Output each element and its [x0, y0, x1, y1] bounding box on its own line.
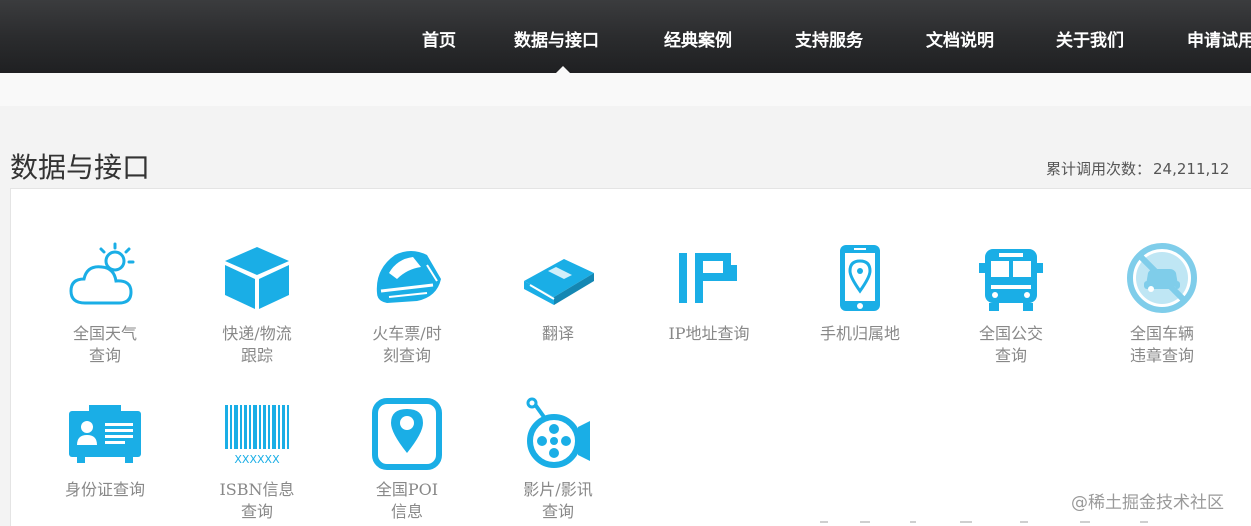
- active-nav-indicator: [555, 66, 571, 73]
- ip-icon: [679, 253, 737, 303]
- nav-item-home[interactable]: 首页: [422, 26, 456, 51]
- book-icon: [524, 259, 594, 305]
- id-card-icon: [69, 405, 141, 463]
- tile-label: 快递/物流 跟踪: [222, 324, 292, 365]
- barcode-text: XXXXXX: [234, 453, 280, 466]
- tile-phone-location[interactable]: 手机归属地: [790, 241, 930, 345]
- footer-decoration: [820, 521, 1148, 523]
- tile-weather[interactable]: 全国天气 查询: [35, 241, 175, 367]
- tile-label: 身份证查询: [64, 480, 145, 499]
- nav-item-data-api[interactable]: 数据与接口: [514, 26, 599, 51]
- call-count-value: 24,211,12: [1153, 160, 1230, 178]
- sub-header-band: [0, 73, 1251, 106]
- tile-label: 翻译: [541, 324, 574, 343]
- tile-label: 全国公交 查询: [978, 324, 1043, 365]
- nav-item-trial[interactable]: 申请试用: [1187, 26, 1251, 51]
- no-car-icon: [1127, 243, 1197, 313]
- nav-item-support[interactable]: 支持服务: [795, 26, 863, 51]
- nav-item-about[interactable]: 关于我们: [1056, 26, 1124, 51]
- tile-label: 影片/影讯 查询: [523, 480, 593, 521]
- tile-label: 全国车辆 违章查询: [1129, 324, 1194, 365]
- bus-icon: [979, 249, 1043, 311]
- tile-label: 手机归属地: [819, 324, 900, 343]
- tile-train[interactable]: 火车票/时 刻查询: [337, 241, 477, 367]
- tile-bus[interactable]: 全国公交 查询: [941, 241, 1081, 367]
- map-pin-icon: [372, 398, 442, 470]
- tile-label: IP地址查询: [668, 324, 750, 343]
- weather-icon: [69, 242, 135, 305]
- tile-label: 全国POI 信息: [375, 480, 439, 521]
- top-navigation-bar: 首页 数据与接口 经典案例 支持服务 文档说明 关于我们 申请试用: [0, 0, 1251, 73]
- tile-isbn[interactable]: XXXXXX ISBN信息 查询: [187, 397, 327, 523]
- api-grid-panel: 全国天气 查询 快递/物流 跟踪 火车票/时 刻查询 翻译 IP地址查询 手机归…: [10, 188, 1251, 526]
- tile-vehicle-violation[interactable]: 全国车辆 违章查询: [1092, 241, 1232, 367]
- tile-label: ISBN信息 查询: [219, 480, 295, 521]
- call-count-label: 累计调用次数：: [1046, 160, 1152, 178]
- package-box-icon: [225, 247, 289, 309]
- barcode-icon: XXXXXX: [225, 405, 289, 466]
- tile-film[interactable]: 影片/影讯 查询: [488, 397, 628, 523]
- nav-item-cases[interactable]: 经典案例: [664, 26, 732, 51]
- tile-express[interactable]: 快递/物流 跟踪: [187, 241, 327, 367]
- film-reel-icon: [526, 397, 590, 468]
- page-title: 数据与接口: [10, 151, 151, 184]
- tile-id-card[interactable]: 身份证查询: [35, 397, 175, 501]
- tile-label: 全国天气 查询: [72, 324, 137, 365]
- call-count: 累计调用次数： 24,211,12: [1046, 158, 1229, 179]
- tile-ip[interactable]: IP地址查询: [639, 241, 779, 345]
- nav-item-docs[interactable]: 文档说明: [926, 26, 994, 51]
- watermark: @稀土掘金技术社区: [1071, 493, 1224, 513]
- train-icon: [376, 251, 441, 303]
- phone-location-icon: [840, 245, 880, 311]
- tile-label: 火车票/时 刻查询: [372, 324, 442, 365]
- tile-poi[interactable]: 全国POI 信息: [337, 397, 477, 523]
- tile-translate[interactable]: 翻译: [488, 241, 628, 345]
